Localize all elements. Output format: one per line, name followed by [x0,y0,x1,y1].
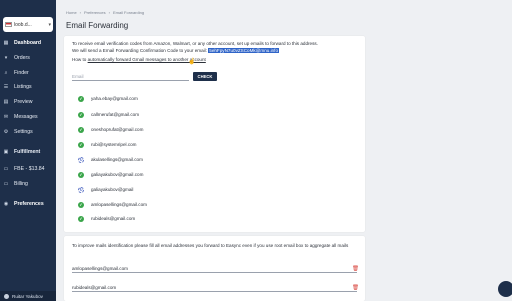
pending-icon: ↻ [78,156,84,163]
breadcrumb: Home › Preferences › Email Forwarding [66,10,144,15]
howto-prefix: How to [72,57,87,62]
email-address: callmerufat@gmail.com [91,112,140,117]
sidebar-item-label: Settings [14,129,33,135]
user-profile[interactable]: Ruitar Yakubov [0,291,56,301]
aggregation-notice: To improve mails identification please f… [72,243,349,248]
sidebar-item-label: Orders [14,55,30,61]
email-row: ↻ galiayakubov@gmail [78,185,133,194]
sidebar-item-label: Preferences [14,201,44,207]
mail-icon: ✉ [3,114,9,120]
email-row: ✓ callmerufat@gmail.com [78,110,139,119]
aggregation-card: To improve mails identification please f… [64,236,365,301]
confirmation-prefix: We will send a Email Forwarding Confirma… [72,48,207,53]
list-icon: ☰ [3,84,9,90]
cart-icon: ▾ [4,55,8,61]
sidebar-item-orders[interactable]: ▾ Orders [0,52,56,64]
verified-check-icon: ✓ [78,141,84,148]
chevron-down-icon: ▾ [48,21,51,28]
sidebar-item-preferences[interactable]: ◉ Preferences [0,198,56,210]
verified-check-icon: ✓ [78,95,84,102]
page-title: Email Forwarding [66,21,129,30]
preferences-icon: ◉ [3,201,9,207]
aggregate-email-field[interactable]: amlopasellings@gmail.com [72,264,357,273]
user-name: Ruitar Yakubov [12,293,43,299]
wallet-icon: ▭ [3,166,9,172]
email-row: ✓ yaha.ebay@gmail.com [78,94,138,103]
breadcrumb-separator: › [79,10,82,15]
gear-icon: ⚙ [3,129,9,135]
sidebar-item-label: Preview [14,99,33,105]
sidebar-item-listings[interactable]: ☰ Listings [0,81,56,93]
breadcrumb-separator: › [108,10,110,15]
us-flag-icon [5,22,12,27]
email-row: ✓ amlopasellings@gmail.com [78,200,147,209]
confirmation-text: We will send a Email Forwarding Confirma… [72,48,280,53]
email-row: ✓ galiayakubov@gmail.com [78,170,143,179]
email-address: galiayakubov@gmail [91,187,134,192]
forwarding-address[interactable]: 5ehFpyN7u0vZSCoMk@mnu.info [208,48,280,53]
sidebar: loob.d... ▾ ▦ Dashboard ▾ Orders ⌕ Finde… [0,0,56,301]
sidebar-item-label: Dashboard [14,40,42,46]
avatar [4,293,9,299]
email-address: oneshoprufat@gmail.com [91,127,144,132]
sidebar-item-label: Billing [14,181,28,187]
store-selector[interactable]: loob.d... ▾ [3,17,53,32]
email-address: rubideals@gmail.com [91,216,136,221]
email-address: galiayakubov@gmail.com [91,172,144,177]
breadcrumb-preferences[interactable]: Preferences [84,10,106,15]
verified-check-icon: ✓ [78,126,84,133]
breadcrumb-home[interactable]: Home [66,10,77,15]
trash-icon[interactable]: 🗑 [352,285,359,291]
sidebar-item-fbe[interactable]: ▭ FBE - $13.84 [0,163,56,175]
sidebar-item-billing[interactable]: ▭ Billing [0,178,56,190]
email-row: ✓ rubideals@gmail.com [78,214,135,223]
sidebar-item-label: Messages [14,114,38,120]
chat-bubble-icon[interactable] [498,281,512,297]
dashboard-icon: ▦ [3,40,9,46]
cursor-icon: ☝ [188,59,196,65]
aggregate-email-field[interactable]: rubideals@gmail.com [72,283,357,292]
email-input[interactable] [72,72,189,81]
verified-check-icon: ✓ [78,111,84,118]
pending-icon: ↻ [78,186,84,193]
verified-check-icon: ✓ [78,171,84,178]
sidebar-item-label: Fulfillment [14,149,41,155]
sidebar-item-finder[interactable]: ⌕ Finder [0,67,56,79]
email-forwarding-card: To receive email verification codes from… [64,36,365,232]
email-address: rubi@systemripel.com [91,142,137,147]
verified-check-icon: ✓ [78,215,84,222]
intro-text: To receive email verification codes from… [72,41,318,46]
trash-icon[interactable]: 🗑 [352,266,359,272]
sidebar-item-fulfillment[interactable]: ▣ Fulfillment [0,146,56,158]
sidebar-item-label: Listings [14,84,32,90]
email-row: ✓ oneshoprufat@gmail.com [78,125,143,134]
email-address: akulasellings@gmail.com [91,157,143,162]
aggregate-email: amlopasellings@gmail.com [72,265,128,271]
verified-check-icon: ✓ [78,201,84,208]
howto-text: How to automatically forward Gmail messa… [72,57,206,62]
sidebar-item-messages[interactable]: ✉ Messages [0,111,56,123]
email-address: amlopasellings@gmail.com [91,202,147,207]
aggregate-email: rubideals@gmail.com [72,284,117,290]
sidebar-item-settings[interactable]: ⚙ Settings [0,126,56,138]
search-icon: ⌕ [4,70,8,76]
sidebar-item-preview[interactable]: ▤ Preview [0,96,56,108]
store-label: loob.d... [14,21,32,28]
breadcrumb-current: Email Forwarding [112,10,145,15]
sidebar-item-dashboard[interactable]: ▦ Dashboard [0,37,56,49]
email-address: yaha.ebay@gmail.com [91,96,138,101]
box-icon: ▣ [3,149,9,155]
email-row: ↻ akulasellings@gmail.com [78,155,143,164]
email-row: ✓ rubi@systemripel.com [78,140,137,149]
sidebar-item-label: FBE - $13.84 [14,166,45,172]
preview-icon: ▤ [3,99,9,105]
check-button[interactable]: CHECK [193,72,217,81]
sidebar-item-label: Finder [14,70,29,76]
card-icon: ▭ [3,181,9,187]
